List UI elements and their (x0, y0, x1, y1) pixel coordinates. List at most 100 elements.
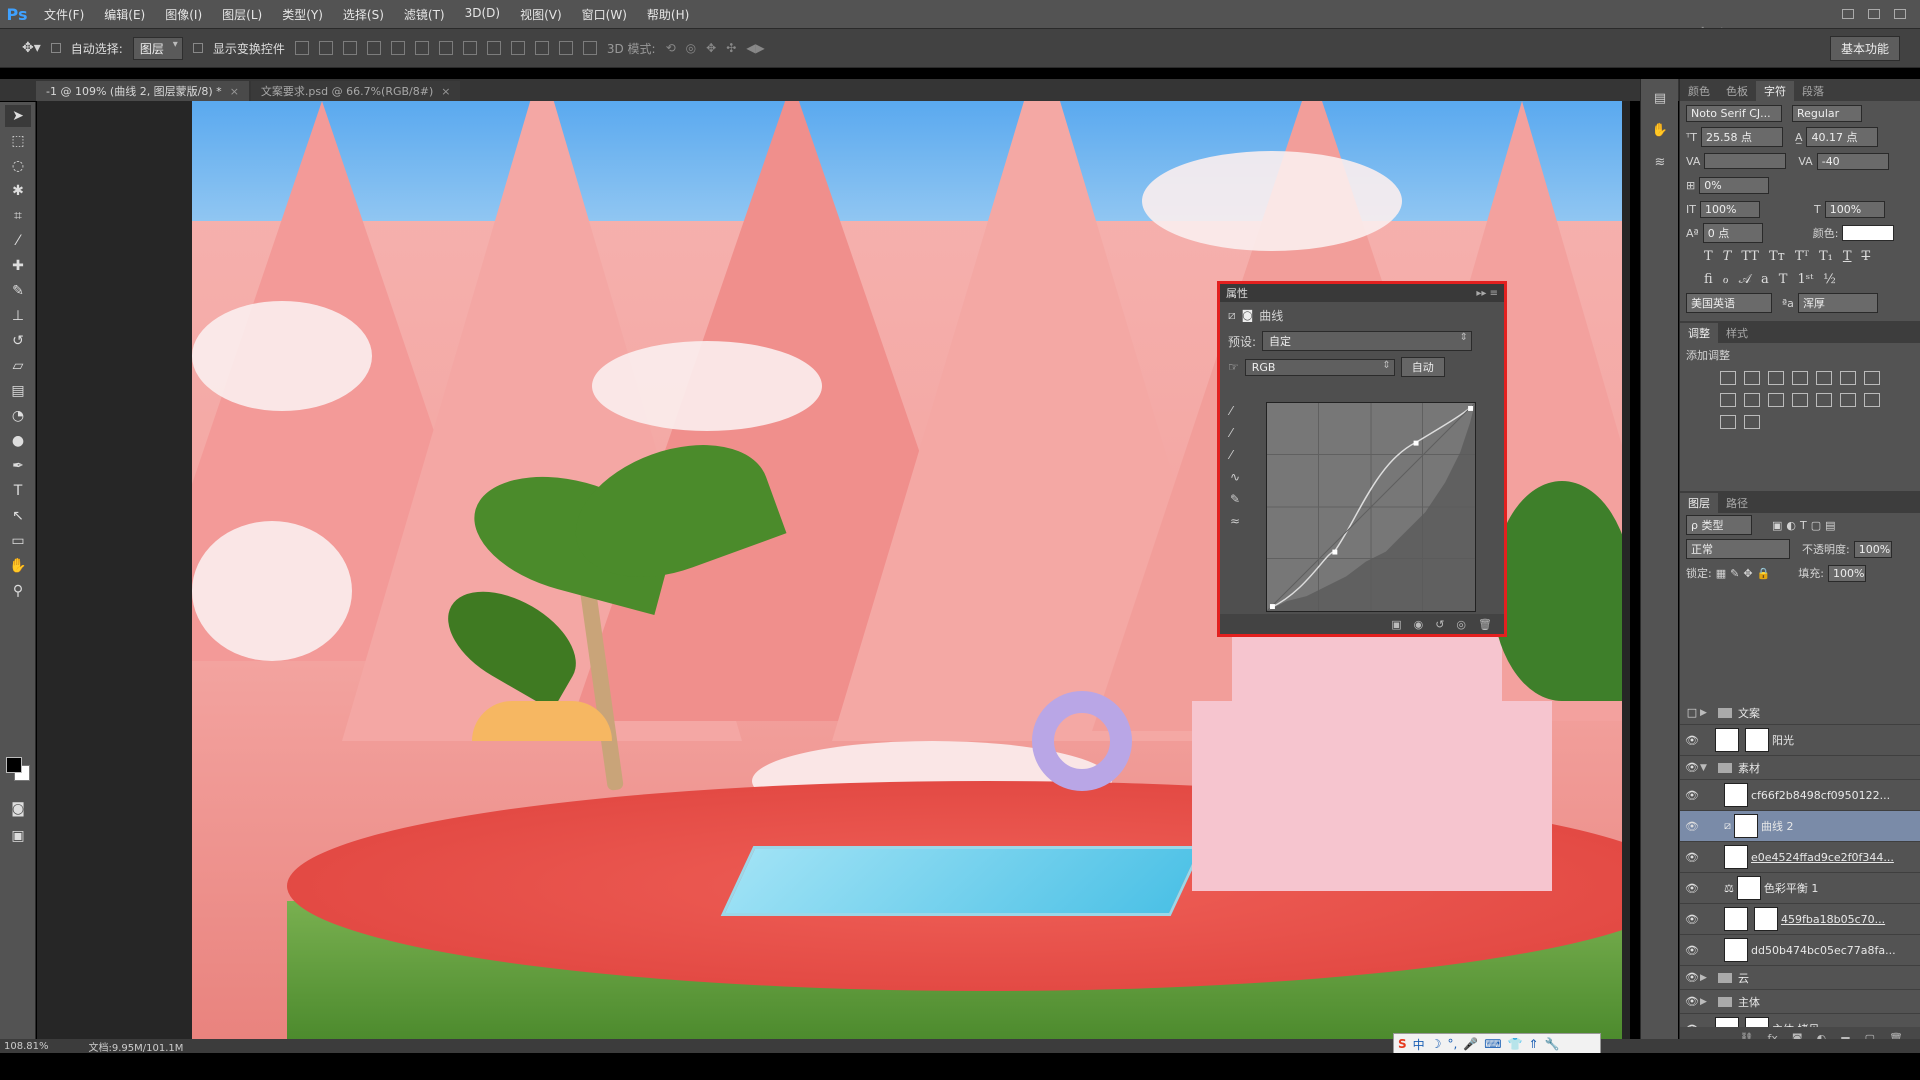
levels-icon[interactable] (1744, 371, 1760, 385)
hand-tool-icon[interactable]: ✋ (5, 555, 31, 577)
layer-group-main[interactable]: 👁 ▶ 主体 (1680, 990, 1920, 1014)
eye-icon[interactable]: 👁 (1684, 734, 1700, 747)
exposure-icon[interactable] (1792, 371, 1808, 385)
brush-presets-icon[interactable]: ≋ (1650, 155, 1670, 175)
view-previous-icon[interactable]: ◉ (1414, 618, 1424, 631)
clip-to-layer-icon[interactable]: ▣ (1391, 618, 1401, 631)
menu-item[interactable]: 图层(L) (212, 6, 272, 23)
photo-filter-icon[interactable] (1744, 393, 1760, 407)
horizontal-scale-field[interactable]: 100% (1824, 200, 1885, 218)
expand-icon[interactable]: ▶ (1700, 997, 1712, 1007)
language-dropdown[interactable]: 美国英语 (1686, 293, 1772, 313)
tab-styles[interactable]: 样式 (1718, 323, 1756, 343)
ligature-icon[interactable]: fi (1704, 272, 1713, 287)
font-style-dropdown[interactable]: Regular (1792, 104, 1862, 122)
menu-item[interactable]: 视图(V) (510, 6, 572, 23)
titling-icon[interactable]: T (1779, 272, 1788, 287)
gradient-map-icon[interactable] (1744, 415, 1760, 429)
align-hcenter-icon[interactable] (390, 41, 405, 55)
dodge-tool-icon[interactable]: ● (5, 430, 31, 452)
quick-mask-icon[interactable]: ◙ (5, 798, 31, 820)
layer-curves-2[interactable]: 👁 ⧄ 曲线 2 (1680, 811, 1920, 842)
microphone-icon[interactable]: 🎤 (1463, 1037, 1478, 1051)
underline-icon[interactable]: T (1843, 249, 1852, 264)
pen-tool-icon[interactable]: ✒ (5, 455, 31, 477)
menu-item[interactable]: 帮助(H) (637, 6, 699, 23)
expand-icon[interactable]: ▶ (1700, 973, 1712, 983)
opacity-field[interactable]: 100% (1853, 540, 1892, 558)
pencil-draw-icon[interactable]: ✎ (1230, 492, 1250, 514)
align-top-icon[interactable] (294, 41, 309, 55)
type-tool-icon[interactable]: T (5, 480, 31, 502)
screen-mode-icon[interactable]: ▣ (5, 825, 31, 847)
auto-button[interactable]: 自动 (1400, 357, 1445, 377)
eye-icon[interactable]: 👁 (1684, 995, 1700, 1008)
history-brush-icon[interactable]: ↺ (5, 330, 31, 352)
doc-tab-active[interactable]: -1 @ 109% (曲线 2, 图层蒙版/8) * × (36, 81, 249, 101)
mask-icon[interactable]: ◙ (1242, 308, 1254, 322)
move-tool-icon[interactable]: ✥▾ (22, 40, 41, 56)
distribute-bottom-icon[interactable] (486, 41, 501, 55)
menu-item[interactable]: 编辑(E) (94, 6, 155, 23)
menu-item[interactable]: 3D(D) (455, 6, 510, 23)
eraser-tool-icon[interactable]: ▱ (5, 355, 31, 377)
layer-image-3[interactable]: 👁 459fba18b05c70... (1680, 904, 1920, 935)
font-family-dropdown[interactable]: Noto Serif CJ... (1686, 104, 1782, 122)
minimize-icon[interactable] (1842, 9, 1854, 19)
fill-field[interactable]: 100% (1827, 564, 1866, 582)
menu-item[interactable]: 图像(I) (155, 6, 212, 23)
move-tool-icon[interactable]: ➤ (5, 105, 31, 127)
black-white-icon[interactable] (1720, 393, 1736, 407)
align-vcenter-icon[interactable] (318, 41, 333, 55)
hue-saturation-icon[interactable] (1840, 371, 1856, 385)
vibrance-icon[interactable] (1816, 371, 1832, 385)
black-point-eyedropper-icon[interactable]: ⁄ (1230, 404, 1250, 426)
filter-shape-icon[interactable]: ▢ (1811, 519, 1821, 532)
eye-icon[interactable]: 👁 (1684, 913, 1700, 926)
curve-point[interactable] (1332, 549, 1338, 555)
layer-group-copy[interactable]: □ ▶ 文案 (1680, 701, 1920, 725)
path-select-icon[interactable]: ↖ (5, 505, 31, 527)
vertical-scale-field[interactable]: 100% (1699, 200, 1760, 218)
distribute-right-icon[interactable] (558, 41, 573, 55)
layer-color-balance-1[interactable]: 👁 ⚖ 色彩平衡 1 (1680, 873, 1920, 904)
eye-icon[interactable]: 👁 (1684, 851, 1700, 864)
menu-item[interactable]: 选择(S) (333, 6, 394, 23)
gradient-tool-icon[interactable]: ▤ (5, 380, 31, 402)
delete-icon[interactable]: 🗑 (1478, 618, 1492, 631)
menu-item[interactable]: 滤镜(T) (394, 6, 455, 23)
leading-field[interactable]: 40.17 点 (1806, 127, 1879, 147)
crop-tool-icon[interactable]: ⌗ (5, 205, 31, 227)
alternates-icon[interactable]: a (1761, 272, 1769, 287)
history-icon[interactable]: ▤ (1650, 91, 1670, 111)
foreground-color-swatch[interactable] (6, 757, 22, 773)
marquee-tool-icon[interactable]: ⬚ (5, 130, 31, 152)
menu-item[interactable]: 窗口(W) (572, 6, 637, 23)
layer-sunlight[interactable]: 👁 阳光 (1680, 725, 1920, 756)
invert-icon[interactable] (1816, 393, 1832, 407)
brightness-icon[interactable] (1720, 371, 1736, 385)
color-lookup-icon[interactable] (1792, 393, 1808, 407)
layer-image-2[interactable]: 👁 e0e4524ffad9ce2f0f344... (1680, 842, 1920, 873)
threshold-icon[interactable] (1864, 393, 1880, 407)
close-icon[interactable] (1894, 9, 1906, 19)
distribute-vcenter-icon[interactable] (462, 41, 477, 55)
close-tab-icon[interactable]: × (441, 85, 450, 98)
menu-item[interactable]: 类型(Y) (272, 6, 333, 23)
smooth-curve-icon[interactable]: ≈ (1230, 514, 1250, 536)
show-transform-checkbox[interactable] (192, 43, 203, 53)
gray-point-eyedropper-icon[interactable]: ⁄ (1230, 426, 1250, 448)
tab-layers[interactable]: 图层 (1680, 493, 1718, 513)
eye-icon[interactable]: 👁 (1684, 971, 1700, 984)
all-caps-icon[interactable]: TT (1741, 249, 1759, 264)
eye-icon[interactable]: 👁 (1684, 820, 1700, 833)
strikethrough-icon[interactable]: T (1862, 249, 1871, 264)
maximize-icon[interactable] (1868, 9, 1880, 19)
3d-scale-icon[interactable]: ◀▶ (746, 41, 764, 55)
align-left-icon[interactable] (366, 41, 381, 55)
font-size-field[interactable]: 25.58 点 (1700, 127, 1783, 147)
zoom-level[interactable]: 108.81% (4, 1041, 49, 1052)
curve-point[interactable] (1269, 604, 1275, 610)
tab-paths[interactable]: 路径 (1718, 493, 1756, 513)
layer-group-assets[interactable]: 👁 ▼ 素材 (1680, 756, 1920, 780)
